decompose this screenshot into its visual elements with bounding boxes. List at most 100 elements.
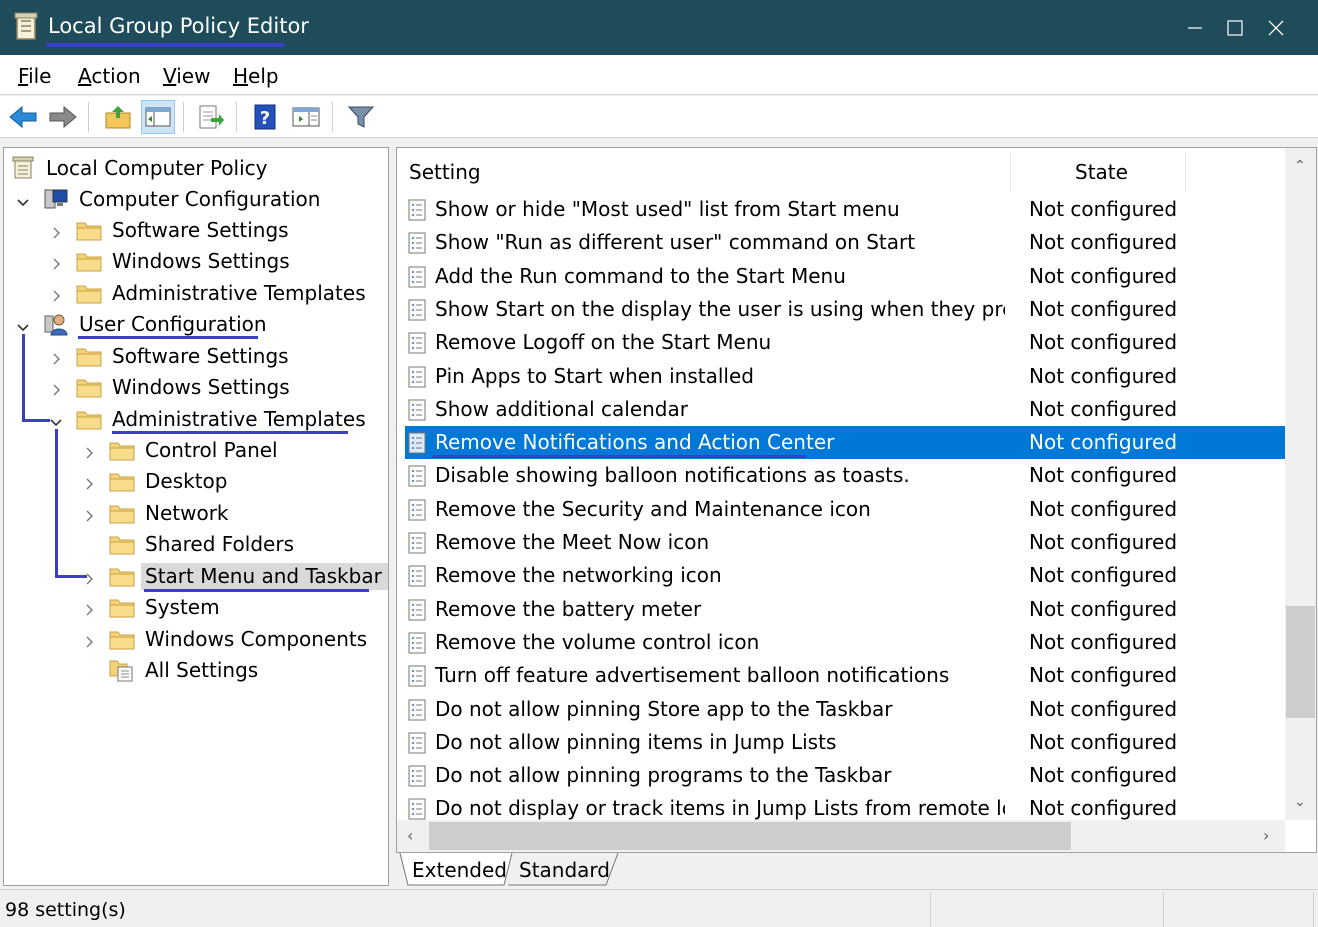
tree-item-label: System <box>145 594 220 619</box>
table-row[interactable]: Remove the networking icon Not configured <box>405 559 1285 592</box>
tree-uc-windows-settings[interactable]: Windows Settings <box>76 372 296 402</box>
filter-button[interactable] <box>344 100 378 134</box>
setting-state: Not configured <box>1029 463 1178 488</box>
table-row[interactable]: Turn off feature advertisement balloon n… <box>405 659 1285 692</box>
expand-chevron-icon[interactable] <box>82 474 96 490</box>
column-header-setting[interactable]: Setting <box>409 160 481 184</box>
tree-item-label: All Settings <box>145 657 259 682</box>
column-divider[interactable] <box>1185 152 1186 192</box>
show-hide-console-tree-button[interactable] <box>141 100 175 134</box>
horizontal-scroll-thumb[interactable] <box>429 822 1071 850</box>
export-list-icon <box>199 105 224 129</box>
menu-view-accel: V <box>163 64 177 88</box>
menu-file[interactable]: File <box>18 64 51 88</box>
setting-state: Not configured <box>1029 629 1178 654</box>
setting-state: Not configured <box>1029 330 1178 355</box>
help-button[interactable]: ? <box>248 100 282 134</box>
tree-system[interactable]: System <box>109 592 226 622</box>
setting-state: Not configured <box>1029 563 1178 588</box>
policy-setting-icon <box>408 232 426 254</box>
tree-all-settings[interactable]: All Settings <box>109 655 264 685</box>
column-header-state[interactable]: State <box>1075 160 1128 184</box>
menu-help[interactable]: Help <box>233 64 279 88</box>
table-row[interactable]: Remove the volume control icon Not config… <box>405 626 1285 659</box>
tree-shared-folders[interactable]: Shared Folders <box>109 529 300 559</box>
tab-standard[interactable]: Standard <box>519 853 610 886</box>
expand-chevron-icon[interactable] <box>49 223 63 239</box>
setting-state: Not configured <box>1029 296 1178 321</box>
show-hide-action-pane-button[interactable] <box>289 100 323 134</box>
scroll-right-arrow-icon[interactable]: › <box>1263 826 1269 845</box>
tree-desktop[interactable]: Desktop <box>109 466 233 496</box>
tree-item-label: Computer Configuration <box>79 186 321 211</box>
table-row[interactable]: Remove the Meet Now icon Not configured <box>405 526 1285 559</box>
table-row[interactable]: Remove the battery meter Not configured <box>405 593 1285 626</box>
tree-start-menu-and-taskbar[interactable]: Start Menu and Taskbar <box>109 561 388 591</box>
collapse-chevron-icon[interactable] <box>16 192 30 207</box>
table-row[interactable]: Remove Logoff on the Start Menu Not confi… <box>405 326 1285 359</box>
tree-computer-configuration[interactable]: Computer Configuration <box>43 184 326 214</box>
tree-user-configuration[interactable]: User Configuration <box>43 309 273 339</box>
table-row[interactable]: Show or hide "Most used" list from Start… <box>405 193 1285 226</box>
table-row[interactable]: Do not allow pinning Store app to the Ta… <box>405 693 1285 726</box>
tree-label-bg: Windows Components <box>141 626 373 653</box>
table-row[interactable]: Remove the Security and Maintenance icon… <box>405 493 1285 526</box>
collapse-chevron-icon[interactable] <box>16 317 30 332</box>
tab-extended[interactable]: Extended <box>412 853 507 886</box>
scroll-left-arrow-icon[interactable]: ‹ <box>407 826 413 845</box>
tree-network[interactable]: Network <box>109 498 235 528</box>
tree-cc-windows-settings[interactable]: Windows Settings <box>76 246 296 276</box>
selection-annotation-underline <box>432 455 806 458</box>
forward-button[interactable] <box>46 100 80 134</box>
tree-local-computer-policy[interactable]: Local Computer Policy <box>10 153 274 183</box>
expand-chevron-icon[interactable] <box>49 286 63 302</box>
export-list-button[interactable] <box>194 100 228 134</box>
expand-chevron-icon[interactable] <box>49 254 63 270</box>
back-arrow-icon <box>9 105 37 129</box>
vertical-scroll-thumb[interactable] <box>1286 606 1315 718</box>
tree-item-label: Software Settings <box>112 217 289 242</box>
scroll-down-arrow-icon[interactable]: ⌄ <box>1294 794 1306 810</box>
tree-cc-software-settings[interactable]: Software Settings <box>76 215 295 245</box>
vertical-scrollbar[interactable]: ⌃ ⌄ <box>1285 148 1316 820</box>
table-row[interactable]: Show "Run as different user" command on … <box>405 226 1285 259</box>
toolbar-separator <box>332 102 333 132</box>
table-row[interactable]: Disable showing balloon notifications as… <box>405 459 1285 492</box>
folder-icon <box>109 473 135 492</box>
setting-name: Show additional calendar <box>435 396 688 421</box>
tree-windows-components[interactable]: Windows Components <box>109 624 373 654</box>
policy-setting-icon <box>408 732 426 754</box>
expand-chevron-icon[interactable] <box>82 600 96 616</box>
table-row[interactable]: Pin Apps to Start when installed Not conf… <box>405 360 1285 393</box>
svg-text:?: ? <box>260 108 270 129</box>
policy-setting-icon <box>408 499 426 521</box>
table-row[interactable]: Show Start on the display the user is us… <box>405 293 1285 326</box>
status-divider <box>930 892 931 927</box>
menu-view[interactable]: View <box>163 64 210 88</box>
close-button[interactable] <box>1236 0 1316 55</box>
folder-icon <box>76 285 102 304</box>
table-row[interactable]: Add the Run command to the Start Menu Not… <box>405 260 1285 293</box>
tree-cc-administrative-templates[interactable]: Administrative Templates <box>76 278 372 308</box>
table-row[interactable]: Show additional calendar Not configured <box>405 393 1285 426</box>
tree-control-panel[interactable]: Control Panel <box>109 435 284 465</box>
up-one-level-button[interactable] <box>101 100 135 134</box>
expand-chevron-icon[interactable] <box>82 443 96 459</box>
table-row[interactable]: Do not allow pinning items in Jump Lists… <box>405 726 1285 759</box>
scroll-up-arrow-icon[interactable]: ⌃ <box>1294 158 1306 174</box>
tree-uc-software-settings[interactable]: Software Settings <box>76 341 295 371</box>
list-header: Setting State <box>397 148 1285 193</box>
horizontal-scrollbar[interactable]: ‹ › <box>397 820 1285 852</box>
expand-chevron-icon[interactable] <box>49 349 63 365</box>
tree-uc-administrative-templates[interactable]: Administrative Templates <box>76 404 372 434</box>
policy-setting-icon <box>408 465 426 487</box>
collapse-chevron-icon[interactable] <box>49 412 63 427</box>
expand-chevron-icon[interactable] <box>82 632 96 648</box>
back-button[interactable] <box>6 100 40 134</box>
expand-chevron-icon[interactable] <box>49 380 63 396</box>
folder-icon <box>109 505 135 524</box>
column-divider[interactable] <box>1010 152 1011 192</box>
table-row[interactable]: Do not allow pinning programs to the Tas… <box>405 759 1285 792</box>
menu-action[interactable]: Action <box>78 64 141 88</box>
expand-chevron-icon[interactable] <box>82 506 96 522</box>
